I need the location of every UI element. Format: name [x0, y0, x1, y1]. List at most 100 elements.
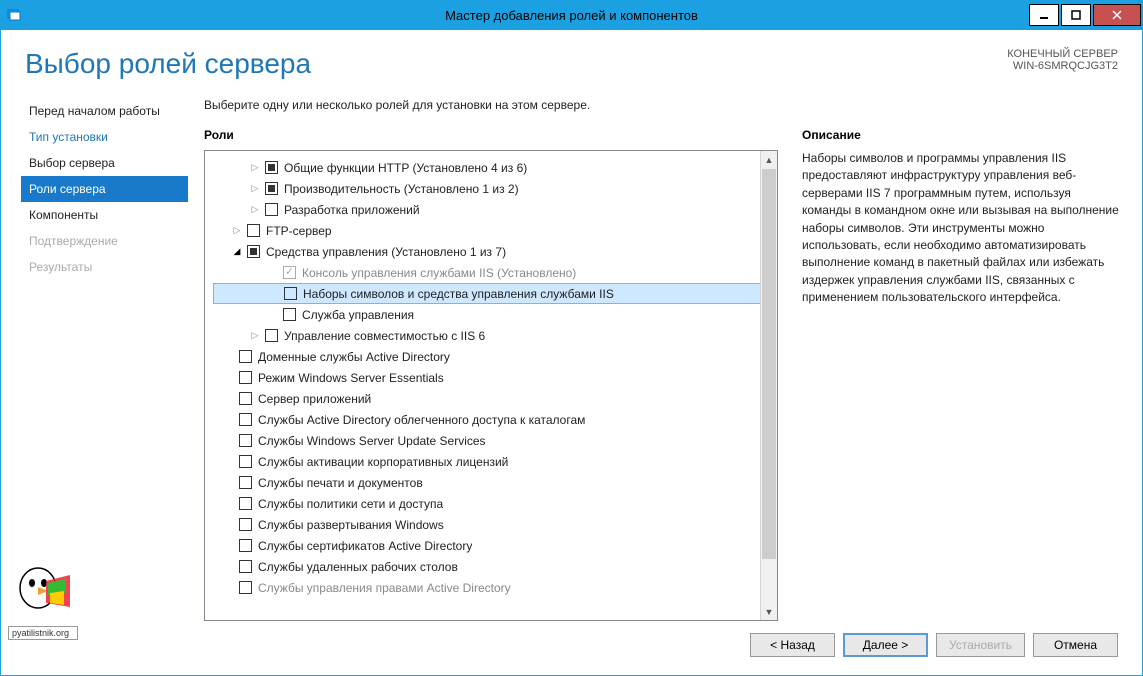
- tree-item-label: Службы развертывания Windows: [258, 518, 444, 532]
- scroll-thumb[interactable]: [762, 169, 776, 559]
- checkbox[interactable]: [284, 287, 297, 300]
- target-label: КОНЕЧНЫЙ СЕРВЕР: [1007, 48, 1118, 60]
- nav-item-5: Подтверждение: [21, 228, 188, 254]
- minimize-button[interactable]: [1029, 4, 1059, 26]
- tree-row[interactable]: Службы управления правами Active Directo…: [213, 577, 777, 598]
- checkbox[interactable]: [239, 350, 252, 363]
- tree-row[interactable]: ▷ Общие функции HTTP (Установлено 4 из 6): [213, 157, 777, 178]
- description-title: Описание: [802, 128, 1122, 142]
- tree-row[interactable]: Службы Active Directory облегченного дос…: [213, 409, 777, 430]
- checkbox[interactable]: [247, 224, 260, 237]
- scroll-up-icon[interactable]: ▲: [761, 151, 777, 168]
- watermark-logo: pyatilistnik.org: [8, 563, 78, 640]
- tree-item-label: Производительность (Установлено 1 из 2): [284, 182, 519, 196]
- checkbox[interactable]: [239, 371, 252, 384]
- cancel-button[interactable]: Отмена: [1033, 633, 1118, 657]
- tree-row[interactable]: Службы политики сети и доступа: [213, 493, 777, 514]
- tree-row[interactable]: ▷ FTP-сервер: [213, 220, 777, 241]
- tree-item-label: Службы активации корпоративных лицензий: [258, 455, 508, 469]
- tree-item-label: Служба управления: [302, 308, 414, 322]
- back-button[interactable]: < Назад: [750, 633, 835, 657]
- tree-item-label: Консоль управления службами IIS (Установ…: [302, 266, 576, 280]
- tree-row[interactable]: Наборы символов и средства управления сл…: [213, 283, 777, 304]
- titlebar: Мастер добавления ролей и компонентов: [0, 0, 1143, 30]
- nav-item-3[interactable]: Роли сервера: [21, 176, 188, 202]
- tree-row[interactable]: Службы развертывания Windows: [213, 514, 777, 535]
- page-title: Выбор ролей сервера: [25, 48, 311, 80]
- maximize-button[interactable]: [1061, 4, 1091, 26]
- tree-item-label: Сервер приложений: [258, 392, 371, 406]
- install-button: Установить: [936, 633, 1025, 657]
- tree-item-label: Доменные службы Active Directory: [258, 350, 450, 364]
- checkbox[interactable]: [239, 434, 252, 447]
- expand-icon[interactable]: ▷: [231, 225, 243, 236]
- tree-item-label: Службы управления правами Active Directo…: [258, 581, 511, 595]
- expand-icon[interactable]: ▷: [249, 162, 261, 173]
- nav-item-4[interactable]: Компоненты: [21, 202, 188, 228]
- app-icon: [6, 5, 26, 25]
- checkbox[interactable]: [239, 581, 252, 594]
- expand-icon[interactable]: ▷: [249, 204, 261, 215]
- checkbox[interactable]: [247, 245, 260, 258]
- checkbox[interactable]: [239, 413, 252, 426]
- description-text: Наборы символов и программы управления I…: [802, 150, 1122, 307]
- tree-row[interactable]: ▷ Управление совместимостью с IIS 6: [213, 325, 777, 346]
- tree-row[interactable]: ▷ Производительность (Установлено 1 из 2): [213, 178, 777, 199]
- tree-row[interactable]: Службы активации корпоративных лицензий: [213, 451, 777, 472]
- tree-item-label: Службы политики сети и доступа: [258, 497, 443, 511]
- collapse-icon[interactable]: ◢: [231, 246, 243, 257]
- checkbox[interactable]: [239, 476, 252, 489]
- next-button[interactable]: Далее >: [843, 633, 928, 657]
- roles-title: Роли: [204, 128, 778, 142]
- instruction-text: Выберите одну или несколько ролей для ус…: [204, 98, 1122, 112]
- checkbox[interactable]: [239, 539, 252, 552]
- tree-item-label: Службы сертификатов Active Directory: [258, 539, 472, 553]
- close-button[interactable]: [1093, 4, 1141, 26]
- tree-row[interactable]: Консоль управления службами IIS (Установ…: [213, 262, 777, 283]
- nav-item-1[interactable]: Тип установки: [21, 124, 188, 150]
- scrollbar-vertical[interactable]: ▲ ▼: [760, 151, 777, 620]
- checkbox[interactable]: [239, 560, 252, 573]
- roles-tree[interactable]: ▷ Общие функции HTTP (Установлено 4 из 6)…: [204, 150, 778, 621]
- tree-item-label: FTP-сервер: [266, 224, 332, 238]
- tree-item-label: Службы Windows Server Update Services: [258, 434, 486, 448]
- tree-row[interactable]: Сервер приложений: [213, 388, 777, 409]
- nav-item-2[interactable]: Выбор сервера: [21, 150, 188, 176]
- checkbox[interactable]: [239, 392, 252, 405]
- tree-item-label: Службы печати и документов: [258, 476, 423, 490]
- tree-row[interactable]: Служба управления: [213, 304, 777, 325]
- checkbox[interactable]: [265, 203, 278, 216]
- nav-item-6: Результаты: [21, 254, 188, 280]
- checkbox[interactable]: [239, 497, 252, 510]
- checkbox[interactable]: [239, 455, 252, 468]
- checkbox[interactable]: [239, 518, 252, 531]
- tree-row[interactable]: Доменные службы Active Directory: [213, 346, 777, 367]
- scroll-down-icon[interactable]: ▼: [761, 603, 777, 620]
- tree-row[interactable]: ◢ Средства управления (Установлено 1 из 7…: [213, 241, 777, 262]
- tree-item-label: Службы Active Directory облегченного дос…: [258, 413, 585, 427]
- checkbox: [283, 266, 296, 279]
- tree-row[interactable]: Службы Windows Server Update Services: [213, 430, 777, 451]
- tree-row[interactable]: Службы сертификатов Active Directory: [213, 535, 777, 556]
- tree-row[interactable]: Режим Windows Server Essentials: [213, 367, 777, 388]
- expand-icon[interactable]: ▷: [249, 330, 261, 341]
- expand-icon[interactable]: ▷: [249, 183, 261, 194]
- checkbox[interactable]: [265, 182, 278, 195]
- checkbox[interactable]: [283, 308, 296, 321]
- checkbox[interactable]: [265, 329, 278, 342]
- tree-item-label: Управление совместимостью с IIS 6: [284, 329, 485, 343]
- tree-item-label: Службы удаленных рабочих столов: [258, 560, 458, 574]
- window-title: Мастер добавления ролей и компонентов: [445, 8, 698, 23]
- tree-row[interactable]: Службы удаленных рабочих столов: [213, 556, 777, 577]
- target-name: WIN-6SMRQCJG3T2: [1007, 60, 1118, 72]
- tree-row[interactable]: ▷ Разработка приложений: [213, 199, 777, 220]
- tree-row[interactable]: Службы печати и документов: [213, 472, 777, 493]
- checkbox[interactable]: [265, 161, 278, 174]
- tree-item-label: Средства управления (Установлено 1 из 7): [266, 245, 506, 259]
- target-server-info: КОНЕЧНЫЙ СЕРВЕР WIN-6SMRQCJG3T2: [1007, 48, 1118, 72]
- nav-item-0[interactable]: Перед началом работы: [21, 98, 188, 124]
- tree-item-label: Наборы символов и средства управления сл…: [303, 287, 614, 301]
- tree-item-label: Режим Windows Server Essentials: [258, 371, 444, 385]
- tree-item-label: Общие функции HTTP (Установлено 4 из 6): [284, 161, 527, 175]
- tree-item-label: Разработка приложений: [284, 203, 420, 217]
